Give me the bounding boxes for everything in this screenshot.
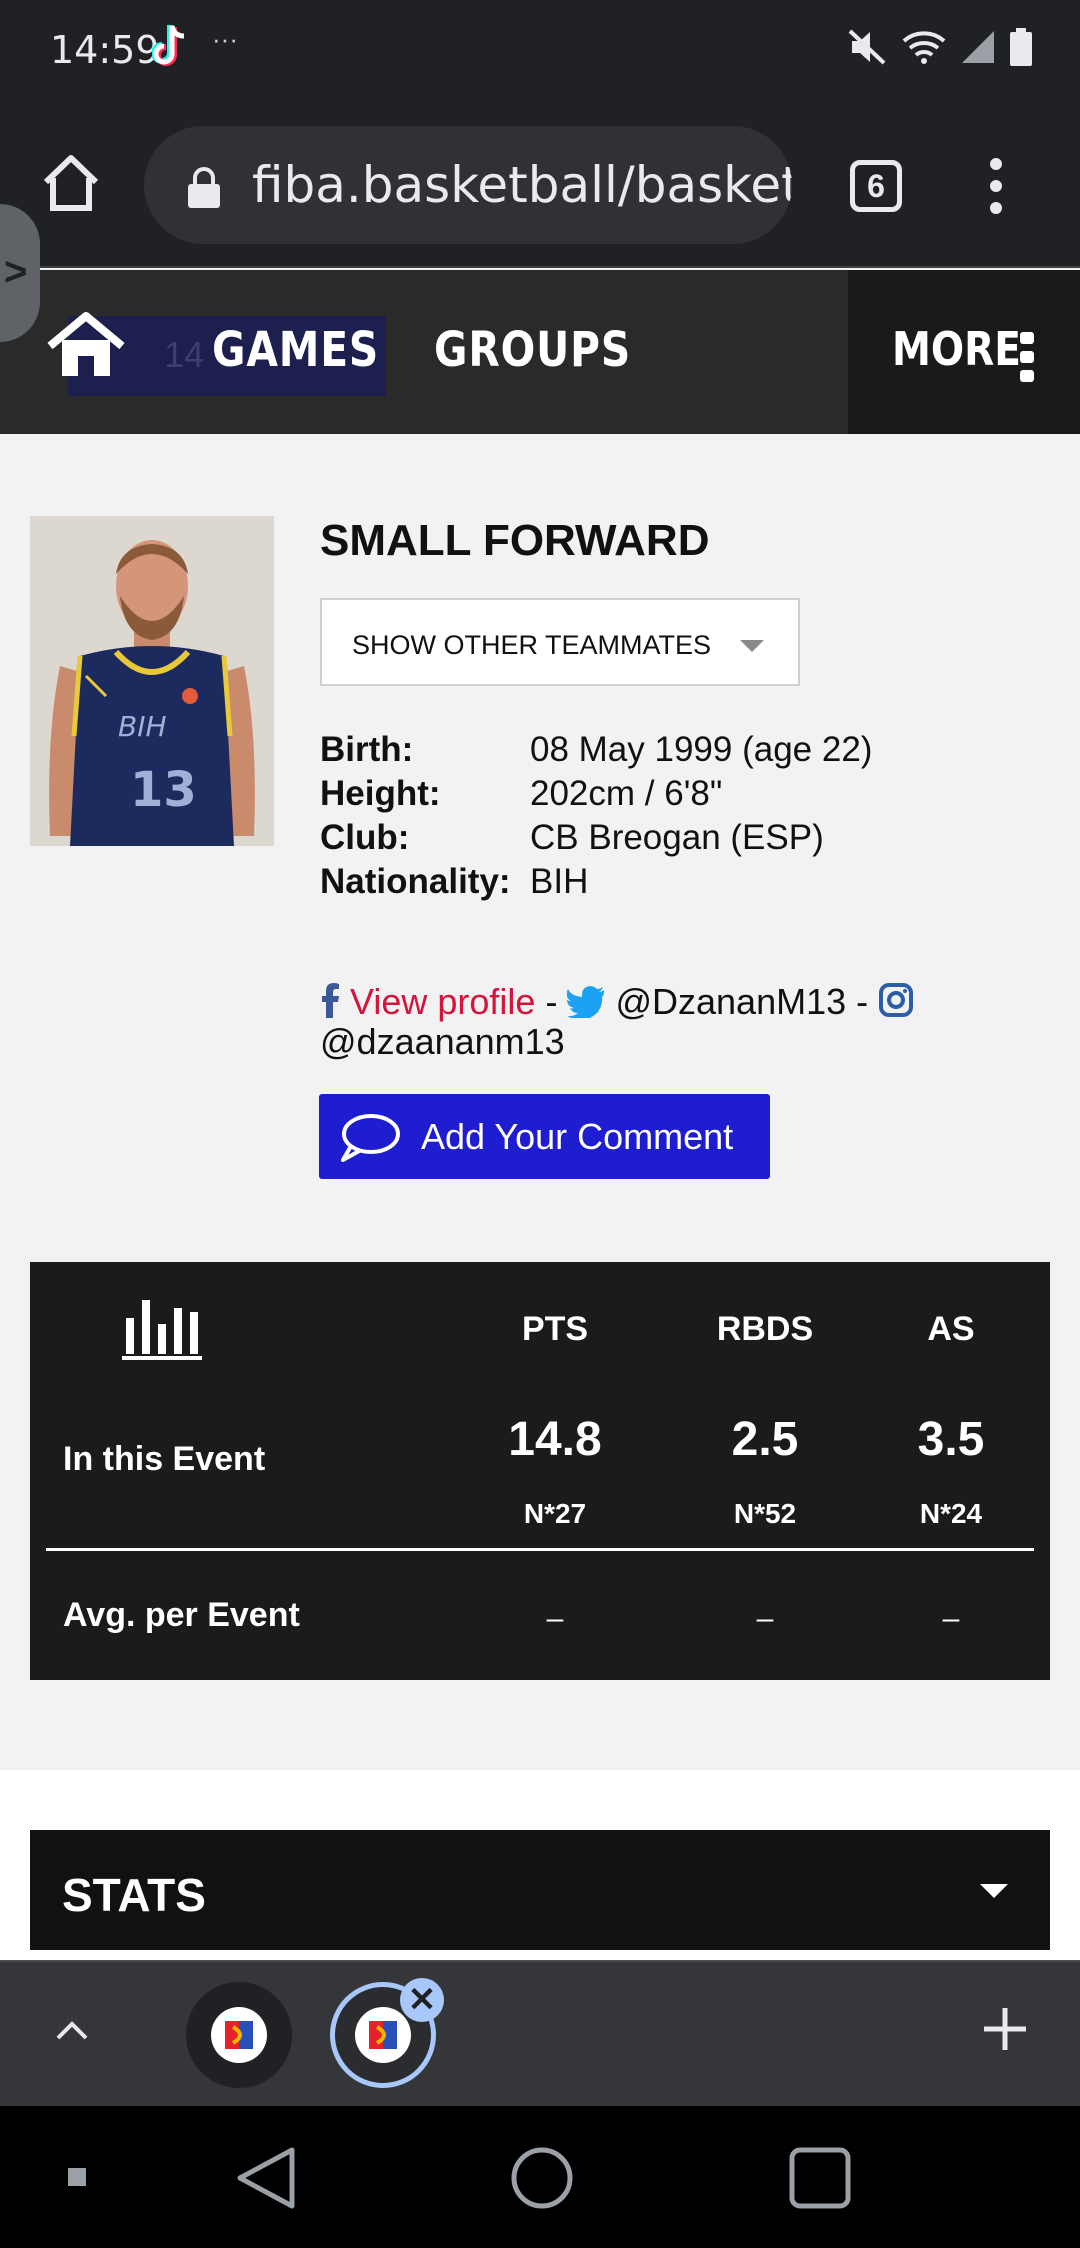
caret-down-icon — [740, 640, 764, 652]
status-time: 14:59 — [50, 28, 160, 72]
tab-strip: ✕ — [0, 1960, 1080, 2106]
battery-icon — [1010, 28, 1032, 66]
twitter-handle[interactable]: @DzananM13 — [615, 981, 846, 1022]
instagram-handle[interactable]: @dzaananm13 — [320, 1021, 565, 1062]
tab-thumbnail[interactable] — [186, 1982, 292, 2088]
stat-row-label: Avg. per Event — [63, 1596, 300, 1634]
side-panel-handle[interactable]: > — [0, 204, 40, 342]
url-text: fiba.basketball/basket — [252, 156, 792, 214]
info-value: 08 May 1999 (age 22) — [530, 730, 873, 769]
more-notifications-icon: ··· — [212, 24, 238, 54]
separator: - — [535, 981, 568, 1022]
player-content: BIH 13 SMALL FORWARD SHOW OTHER TEAMMATE… — [0, 434, 1080, 1770]
info-value: 202cm / 6'8" — [530, 774, 723, 813]
stat-divider — [46, 1548, 1034, 1551]
info-value: BIH — [530, 862, 589, 901]
comment-icon — [341, 1114, 400, 1162]
nav-more-label: MORE — [892, 322, 1021, 376]
info-label: Height: — [320, 774, 441, 813]
stat-header-as: AS — [927, 1310, 975, 1348]
info-label: Nationality: — [320, 862, 511, 901]
caret-down-icon — [980, 1884, 1008, 1898]
stat-header-rbds: RBDS — [716, 1310, 814, 1348]
overview-icon[interactable] — [789, 2147, 851, 2209]
teammates-dropdown-label: SHOW OTHER TEAMMATES — [352, 630, 712, 660]
stat-avg-as: – — [942, 1602, 960, 1635]
nav-groups[interactable]: GROUPS — [434, 322, 631, 378]
stat-rank-as: N*24 — [919, 1498, 983, 1529]
svg-text:13: 13 — [130, 762, 197, 818]
site-navigation: 14 GAMES GROUPS MORE — [0, 270, 1080, 434]
add-comment-button[interactable]: Add Your Comment — [319, 1094, 770, 1179]
facebook-icon[interactable] — [320, 982, 340, 1018]
system-navigation — [0, 2106, 1080, 2248]
mute-icon — [848, 29, 886, 65]
player-stats-card: PTS RBDS AS In this Event 14.8 2.5 3.5 N… — [30, 1262, 1050, 1680]
stat-avg-pts: – — [546, 1602, 564, 1635]
tab-switcher-button[interactable]: 6 — [850, 160, 902, 212]
system-icons — [848, 28, 1032, 66]
close-tab-icon[interactable]: ✕ — [400, 1978, 444, 2022]
site-home-icon[interactable] — [46, 310, 126, 380]
add-comment-label: Add Your Comment — [421, 1116, 734, 1157]
player-position: SMALL FORWARD — [320, 516, 710, 565]
stats-section-title: STATS — [62, 1869, 206, 1921]
stat-value-as: 3.5 — [917, 1413, 985, 1466]
address-bar[interactable]: fiba.basketball/basket — [144, 126, 792, 244]
home-nav-icon[interactable] — [511, 2147, 573, 2209]
chevron-right-icon: > — [4, 250, 28, 294]
tiktok-icon — [152, 25, 185, 66]
stat-avg-rbds: – — [756, 1602, 774, 1635]
stat-value-rbds: 2.5 — [731, 1413, 799, 1466]
nav-games[interactable]: GAMES — [212, 322, 379, 378]
kebab-menu-icon[interactable] — [986, 156, 1006, 216]
browser-toolbar: fiba.basketball/basket 6 — [0, 100, 1080, 268]
player-photo: BIH 13 — [30, 516, 274, 846]
overlay-ghost-text: 14 — [164, 334, 205, 375]
recent-dot-icon — [68, 2168, 86, 2186]
info-label: Club: — [320, 818, 410, 857]
fiba-favicon-icon — [355, 2007, 411, 2063]
stat-row-label: In this Event — [63, 1440, 266, 1478]
separator: - — [846, 981, 879, 1022]
signal-icon — [962, 31, 994, 63]
svg-text:BIH: BIH — [118, 710, 167, 743]
more-dots-icon — [1020, 332, 1034, 382]
twitter-icon[interactable] — [566, 986, 605, 1021]
fiba-favicon-icon — [211, 2007, 267, 2063]
plus-icon[interactable] — [980, 2004, 1030, 2054]
stat-value-pts: 14.8 — [508, 1413, 602, 1466]
back-icon[interactable] — [237, 2147, 295, 2209]
stat-rank-pts: N*27 — [523, 1498, 587, 1529]
view-profile-link[interactable]: View profile — [350, 981, 535, 1022]
nav-more-button[interactable]: MORE — [848, 270, 1080, 434]
player-photo-image: BIH 13 — [30, 516, 274, 846]
info-label: Birth: — [320, 730, 414, 769]
stat-rank-rbds: N*52 — [733, 1498, 797, 1529]
instagram-icon[interactable] — [878, 982, 914, 1018]
stat-header-pts: PTS — [521, 1310, 589, 1348]
teammates-dropdown[interactable]: SHOW OTHER TEAMMATES — [320, 598, 800, 686]
social-links: View profile - @DzananM13 - @dzaananm13 — [320, 982, 960, 1062]
home-icon[interactable] — [38, 150, 104, 216]
wifi-icon — [902, 31, 946, 64]
chart-icon — [122, 1300, 202, 1360]
chevron-up-icon[interactable] — [52, 2014, 92, 2044]
lock-icon — [188, 167, 220, 208]
info-value: CB Breogan (ESP) — [530, 818, 824, 857]
status-bar: 14:59 ··· — [0, 0, 1080, 100]
stats-section-toggle[interactable]: STATS — [30, 1830, 1050, 1950]
